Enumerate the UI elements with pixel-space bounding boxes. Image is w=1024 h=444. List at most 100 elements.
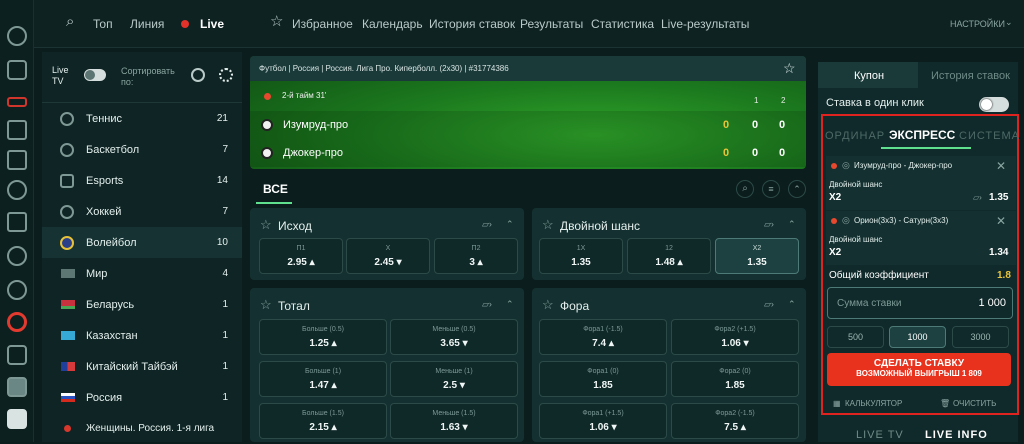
odd-button[interactable]: Больше (1.5) 2.15 ▴ <box>259 403 387 439</box>
odd-button[interactable]: 1X 1.35 <box>539 238 623 274</box>
favorites-star-icon[interactable]: ☆ <box>270 12 283 30</box>
calculator-button[interactable]: КАЛЬКУЛЯТОР <box>845 399 902 408</box>
rocket-icon[interactable] <box>7 120 27 140</box>
star-icon[interactable]: ☆ <box>260 297 272 313</box>
match-favorite-star-icon[interactable]: ☆ <box>783 60 796 77</box>
sidebar-item-women-russia[interactable]: Женщины. Россия. 1-я лига <box>42 413 242 444</box>
team-row[interactable]: Изумруд-про 0 0 0 <box>250 111 806 139</box>
odd-button[interactable]: Фора1 (-1.5) 7.4 ▴ <box>539 319 667 355</box>
chevron-up-icon[interactable]: ⌃ <box>788 299 796 310</box>
nav-bet-history[interactable]: История ставок <box>429 17 515 31</box>
search-icon[interactable]: ⌕ <box>66 13 74 30</box>
odd-button[interactable]: Фора2 (+1.5) 1.06 ▾ <box>671 319 799 355</box>
clock-icon[interactable] <box>191 68 205 82</box>
stake-placeholder: Сумма ставки <box>837 298 902 309</box>
clear-button[interactable]: ОЧИСТИТЬ <box>953 399 996 408</box>
odd-button[interactable]: Фора1 (0) 1.85 <box>539 361 667 397</box>
star-icon[interactable]: ☆ <box>542 217 554 233</box>
sidebar-item-esports[interactable]: Esports 14 <box>42 165 242 196</box>
nav-statistics[interactable]: Статистика <box>591 17 654 31</box>
close-icon[interactable]: ✕ <box>996 159 1006 173</box>
nav-live-results[interactable]: Live-результаты <box>661 17 749 31</box>
odd-button[interactable]: П1 2.95 ▴ <box>259 238 343 274</box>
chevron-up-icon[interactable]: ⌃ <box>788 219 796 230</box>
pin-icon[interactable]: ▱› <box>482 299 492 310</box>
tab-single[interactable]: ОРДИНАР <box>825 130 885 142</box>
stake-input[interactable]: Сумма ставки 1 000 <box>827 287 1013 319</box>
casino-icon[interactable] <box>7 212 27 232</box>
chat-icon[interactable] <box>7 377 27 397</box>
odd-button[interactable]: X 2.45 ▾ <box>346 238 430 274</box>
nav-line[interactable]: Линия <box>130 17 164 31</box>
collapse-all-icon[interactable]: ⌃ <box>788 180 806 198</box>
nav-live[interactable]: Live <box>200 17 224 31</box>
user-icon[interactable] <box>7 60 27 80</box>
odd-button[interactable]: Больше (1) 1.47 ▴ <box>259 361 387 397</box>
odd-button[interactable]: Меньше (1) 2.5 ▾ <box>390 361 518 397</box>
settings-icon[interactable] <box>7 26 27 46</box>
promo-icon[interactable] <box>7 97 27 107</box>
quick-stake-500[interactable]: 500 <box>827 326 884 348</box>
odd-button[interactable]: 12 1.48 ▴ <box>627 238 711 274</box>
tab-live-info[interactable]: LIVE INFO <box>925 429 988 441</box>
market-outcome: ☆ Исход ▱› ⌃ П1 2.95 ▴ X 2.45 ▾ П2 3 ▴ <box>250 208 524 280</box>
live-tv-toggle[interactable] <box>84 69 106 81</box>
sidebar-item-world[interactable]: Мир 4 <box>42 258 242 289</box>
slots-icon[interactable] <box>7 180 27 200</box>
search-market-icon[interactable]: ⌕ <box>736 180 754 198</box>
odd-button[interactable]: Больше (0.5) 1.25 ▴ <box>259 319 387 355</box>
odd-button[interactable]: П2 3 ▴ <box>434 238 518 274</box>
nav-top[interactable]: Топ <box>93 17 113 31</box>
sidebar-item-kazakhstan[interactable]: Казахстан 1 <box>42 320 242 351</box>
quick-stake-3000[interactable]: 3000 <box>952 326 1009 348</box>
odd-button[interactable]: Фора2 (-1.5) 7.5 ▴ <box>671 403 799 439</box>
football-icon[interactable] <box>7 280 27 300</box>
pin-icon[interactable]: ▱› <box>764 219 774 230</box>
tab-all[interactable]: ВСЕ <box>263 182 288 196</box>
trophy-icon[interactable] <box>7 246 27 266</box>
roulette-icon[interactable] <box>7 312 27 332</box>
tab-system[interactable]: СИСТЕМА <box>959 130 1020 142</box>
sidebar-item-basketball[interactable]: Баскетбол 7 <box>42 134 242 165</box>
team-row[interactable]: Джокер-про 0 0 0 <box>250 139 806 167</box>
football-icon: ◎ <box>842 160 850 170</box>
sidebar-item-belarus[interactable]: Беларусь 1 <box>42 289 242 320</box>
match-breadcrumb[interactable]: Футбол | Россия | Россия. Лига Про. Кипе… <box>259 64 509 73</box>
list-view-icon[interactable]: ≡ <box>762 180 780 198</box>
chevron-up-icon[interactable]: ⌃ <box>506 219 514 230</box>
pin-icon[interactable]: ▱› <box>482 219 492 230</box>
close-icon[interactable]: ✕ <box>996 214 1006 228</box>
one-click-toggle[interactable] <box>979 97 1009 112</box>
sidebar-item-tennis[interactable]: Теннис 21 <box>42 103 242 134</box>
place-bet-button[interactable]: СДЕЛАТЬ СТАВКУ ВОЗМОЖНЫЙ ВЫИГРЫШ 1 809 <box>827 353 1011 386</box>
star-icon[interactable]: ☆ <box>542 297 554 313</box>
tab-express[interactable]: ЭКСПРЕСС <box>889 128 955 142</box>
nav-favorites[interactable]: Избранное <box>292 17 353 31</box>
sidebar-item-hockey[interactable]: Хоккей 7 <box>42 196 242 227</box>
sidebar-item-russia[interactable]: Россия 1 <box>42 382 242 413</box>
quick-stake-1000[interactable]: 1000 <box>889 326 946 348</box>
tab-coupon[interactable]: Купон <box>854 70 884 82</box>
tab-bet-history[interactable]: История ставок <box>931 70 1010 82</box>
tab-live-tv[interactable]: LIVE TV <box>856 429 904 441</box>
coupon-rail-icon[interactable] <box>7 409 27 429</box>
tv-icon[interactable] <box>7 150 27 170</box>
odd-button[interactable]: Меньше (1.5) 1.63 ▾ <box>390 403 518 439</box>
star-icon[interactable]: ☆ <box>260 217 272 233</box>
pin-icon[interactable]: ▱› <box>764 299 774 310</box>
sidebar-item-volleyball[interactable]: Волейбол 10 <box>42 227 242 258</box>
odd-button[interactable]: Фора2 (0) 1.85 <box>671 361 799 397</box>
sidebar-item-taiwan[interactable]: Китайский Тайбэй 1 <box>42 351 242 382</box>
chevron-up-icon[interactable]: ⌃ <box>506 299 514 310</box>
odd-button[interactable]: Меньше (0.5) 3.65 ▾ <box>390 319 518 355</box>
odd-button[interactable]: Фора1 (+1.5) 1.06 ▾ <box>539 403 667 439</box>
nav-results[interactable]: Результаты <box>520 17 583 31</box>
trash-icon[interactable]: 🗑 <box>940 399 950 408</box>
nav-calendar[interactable]: Календарь <box>362 17 423 31</box>
globe-icon[interactable] <box>219 68 233 82</box>
gamepad-icon[interactable] <box>7 345 27 365</box>
chevron-down-icon[interactable]: ⌄ <box>1005 17 1013 28</box>
odd-button-selected[interactable]: X2 1.35 <box>715 238 799 274</box>
calculator-icon[interactable]: ▦ <box>833 399 841 408</box>
settings-link[interactable]: НАСТРОЙКИ <box>950 19 1005 29</box>
